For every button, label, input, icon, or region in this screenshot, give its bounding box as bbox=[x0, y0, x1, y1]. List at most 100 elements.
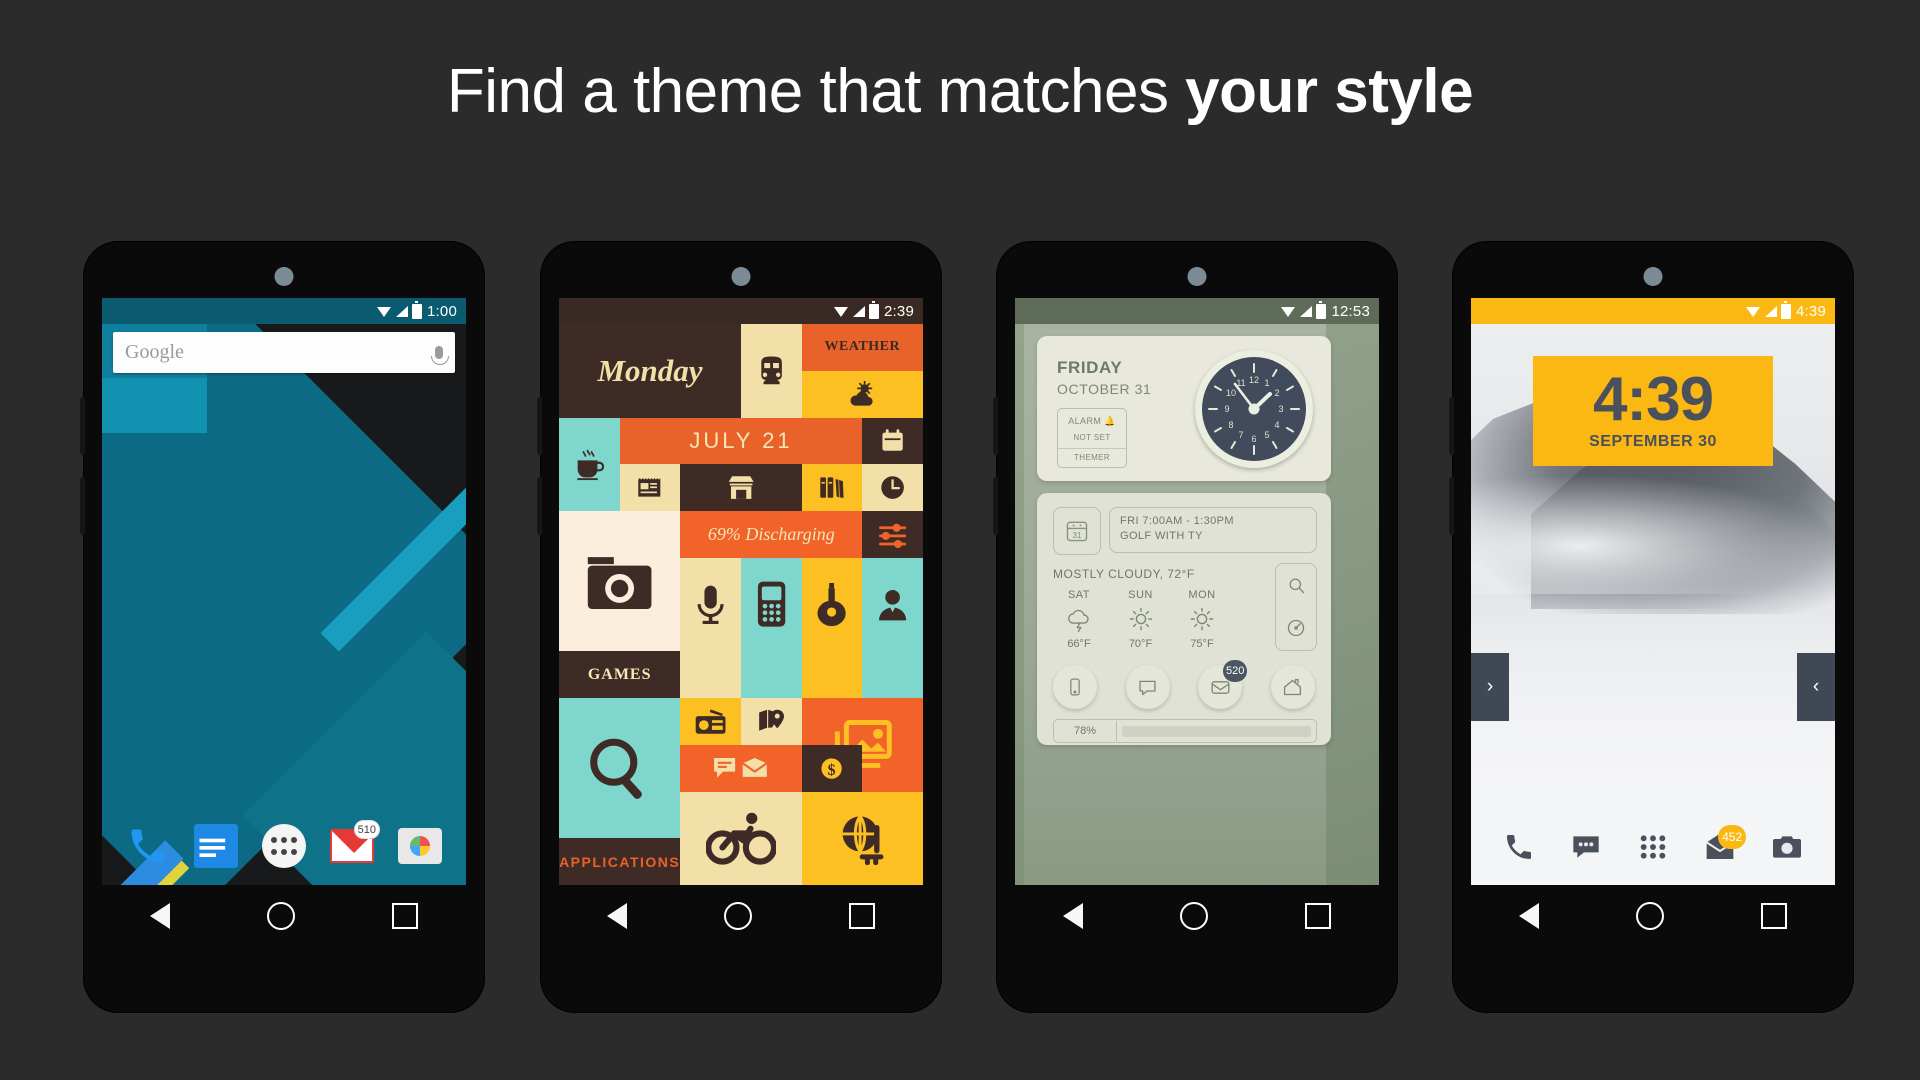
recents-button[interactable] bbox=[848, 903, 875, 929]
clock-widget-card[interactable]: FRIDAY OCTOBER 31 ALARM 🔔 NOT SET THEMER bbox=[1037, 336, 1331, 481]
wifi-icon bbox=[834, 306, 849, 317]
mail-icon bbox=[741, 757, 768, 777]
tile-games[interactable]: GAMES bbox=[559, 651, 681, 698]
tile-fitness[interactable] bbox=[680, 791, 802, 885]
gmail-badge: 510 bbox=[353, 820, 380, 839]
gmail-icon[interactable]: 510 bbox=[330, 820, 380, 868]
svg-text:9: 9 bbox=[1224, 404, 1229, 414]
home-button[interactable] bbox=[1179, 902, 1208, 930]
phone-screen-yellow: 4:39 4:39 SEPTEMBER 30 › ‹ 452 bbox=[1471, 298, 1835, 885]
battery-icon bbox=[869, 300, 879, 319]
volume-button bbox=[537, 397, 542, 455]
messages-icon[interactable] bbox=[194, 824, 238, 868]
alarm-box[interactable]: ALARM 🔔 NOT SET THEMER bbox=[1057, 408, 1127, 468]
home-button[interactable] bbox=[723, 902, 752, 930]
back-button[interactable] bbox=[1519, 903, 1540, 929]
svg-text:$: $ bbox=[828, 761, 836, 778]
tile-spacer-b[interactable] bbox=[741, 651, 802, 698]
tile-battery[interactable]: 69% Discharging bbox=[680, 511, 863, 558]
home-button[interactable] bbox=[266, 902, 295, 930]
chat-icon[interactable] bbox=[1125, 665, 1170, 709]
status-time: 1:00 bbox=[427, 302, 457, 320]
phone-icon[interactable] bbox=[1053, 665, 1097, 709]
battery-icon bbox=[412, 300, 422, 319]
search-icon[interactable] bbox=[1287, 576, 1306, 595]
calendar-icon[interactable]: 31 bbox=[1053, 507, 1101, 555]
tile-radio[interactable] bbox=[680, 698, 741, 745]
home-button[interactable] bbox=[1635, 902, 1664, 930]
camera-icon bbox=[587, 556, 652, 609]
tile-books[interactable] bbox=[801, 464, 863, 511]
page-next-tab[interactable]: › bbox=[1471, 653, 1509, 721]
tile-contacts[interactable] bbox=[862, 557, 923, 652]
radio-icon bbox=[695, 709, 726, 734]
compass-icon[interactable] bbox=[1286, 618, 1306, 638]
tile-dialer[interactable] bbox=[741, 557, 802, 652]
tile-spacer-d[interactable] bbox=[862, 651, 923, 698]
chat-icon bbox=[713, 757, 735, 778]
forecast-temp: 66°F bbox=[1067, 638, 1091, 650]
tile-comms[interactable] bbox=[680, 744, 802, 792]
tile-monday[interactable]: Monday bbox=[559, 324, 741, 418]
app-drawer-icon[interactable] bbox=[1637, 831, 1669, 863]
phone-icon[interactable] bbox=[126, 824, 170, 868]
app-drawer-icon[interactable] bbox=[262, 824, 306, 868]
back-button[interactable] bbox=[1063, 903, 1084, 929]
forecast-day-label: MON bbox=[1188, 589, 1216, 601]
widget-side-buttons bbox=[1275, 563, 1317, 651]
tile-settings[interactable] bbox=[862, 511, 923, 558]
chat-icon[interactable] bbox=[1570, 831, 1602, 863]
forecast-temp: 75°F bbox=[1190, 638, 1214, 650]
calendar-event[interactable]: FRI 7:00AM - 1:30PM GOLF WITH TY bbox=[1109, 507, 1317, 553]
tile-spacer-c[interactable] bbox=[801, 651, 863, 698]
camera-icon[interactable] bbox=[1771, 831, 1803, 863]
tile-maps[interactable] bbox=[741, 698, 802, 745]
tile-browser[interactable] bbox=[801, 791, 923, 885]
google-search-bar[interactable]: Google bbox=[113, 332, 455, 373]
recents-button[interactable] bbox=[1760, 903, 1787, 929]
dock: 510 bbox=[102, 815, 466, 877]
microphone-icon[interactable] bbox=[431, 346, 449, 365]
bell-icon: 🔔 bbox=[1104, 416, 1116, 426]
recents-button[interactable] bbox=[391, 903, 418, 929]
tile-clock[interactable] bbox=[862, 464, 923, 511]
phone-icon[interactable] bbox=[1503, 831, 1535, 863]
tile-weather-label[interactable]: WEATHER bbox=[801, 324, 923, 371]
tile-weather-icon[interactable] bbox=[801, 370, 923, 418]
tile-coffee[interactable] bbox=[559, 417, 620, 511]
clock-day: FRIDAY bbox=[1057, 358, 1123, 377]
wallpaper-material bbox=[102, 298, 466, 885]
sun-cloud-icon bbox=[850, 380, 873, 406]
phone-screen-sage: 12:53 FRIDAY OCTOBER 31 ALARM 🔔 NOT SET … bbox=[1015, 298, 1379, 885]
forecast-day: MON 75°F bbox=[1176, 589, 1228, 650]
svg-text:2: 2 bbox=[1274, 388, 1279, 398]
clock-widget[interactable]: 4:39 SEPTEMBER 30 bbox=[1533, 356, 1773, 466]
tile-finance[interactable]: $ bbox=[801, 744, 863, 792]
back-button[interactable] bbox=[607, 903, 628, 929]
tile-applications[interactable]: APPLICATIONS bbox=[559, 838, 681, 885]
page-prev-tab[interactable]: ‹ bbox=[1797, 653, 1835, 721]
tile-date[interactable]: JULY 21 bbox=[619, 417, 863, 465]
volume-button bbox=[1449, 397, 1454, 455]
tile-music[interactable] bbox=[801, 557, 863, 652]
tile-voice[interactable] bbox=[680, 557, 741, 652]
tile-search[interactable] bbox=[559, 698, 681, 839]
books-icon bbox=[820, 477, 844, 499]
navigation-bar bbox=[1015, 885, 1379, 947]
camera-icon[interactable] bbox=[398, 824, 442, 868]
tile-spacer-a[interactable] bbox=[680, 651, 741, 698]
forecast-temp: 70°F bbox=[1128, 638, 1153, 650]
signal-icon bbox=[396, 305, 408, 317]
tile-camera[interactable] bbox=[559, 511, 681, 652]
tile-calendar[interactable] bbox=[862, 417, 923, 465]
tile-transit[interactable] bbox=[741, 324, 802, 418]
sun-icon bbox=[1115, 604, 1167, 634]
volume-button bbox=[537, 477, 542, 535]
recents-button[interactable] bbox=[1304, 903, 1331, 929]
tile-news[interactable] bbox=[619, 464, 681, 511]
back-button[interactable] bbox=[150, 903, 171, 929]
mail-icon[interactable]: 452 bbox=[1704, 825, 1747, 863]
mail-icon[interactable]: 520 bbox=[1198, 660, 1248, 709]
home-icon[interactable] bbox=[1270, 665, 1315, 709]
tile-store[interactable] bbox=[680, 464, 802, 511]
